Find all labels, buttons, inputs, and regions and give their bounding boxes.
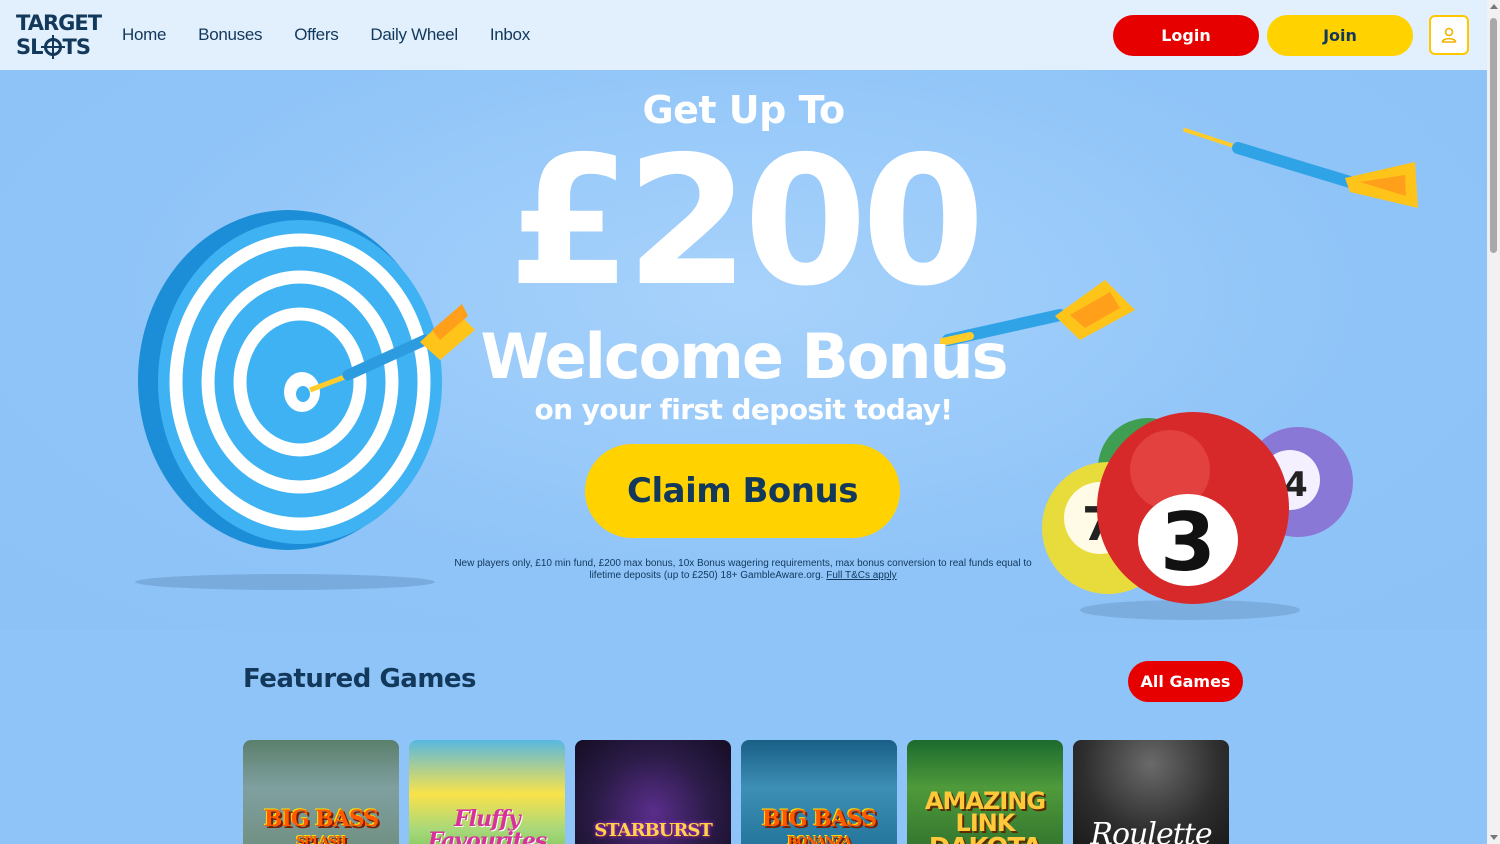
scroll-down-icon[interactable] [1490,835,1498,840]
game-tile[interactable]: STARBURST [575,740,731,844]
game-title: BIG BASS BONANZA [761,806,877,844]
game-title: BIG BASS SPLASH [263,806,379,844]
nav-bonuses[interactable]: Bonuses [198,25,262,45]
game-title-sub: SPLASH [296,834,346,844]
logo-line-2-right: TS [62,35,91,59]
scrollbar-thumb[interactable] [1490,18,1497,253]
terms-link[interactable]: Full T&Cs apply [826,570,896,581]
terms-body: New players only, £10 min fund, £200 max… [454,558,1032,581]
main-nav: Home Bonuses Offers Daily Wheel Inbox [122,25,562,45]
game-title-main: STARBURST [594,820,713,841]
brand-logo[interactable]: TARGET SL TS [16,7,102,63]
hero-subline: on your first deposit today! [534,393,954,426]
game-tile[interactable]: Fluffy Favourites [409,740,565,844]
user-icon [1441,27,1457,43]
hero-banner: 4 7 3 Get Up To £200 Welcome Bonus on yo… [0,70,1487,630]
game-title: STARBURST [594,820,713,842]
game-title: AMAZING LINK DAKOTA [907,787,1063,844]
logo-line-2: SL TS [16,35,92,59]
bingo-balls-illustration: 4 7 3 [1042,412,1353,620]
game-tile[interactable]: BIG BASS SPLASH [243,740,399,844]
game-title: Fluffy Favourites [409,808,565,844]
game-tile[interactable]: Roulette [1073,740,1229,844]
nav-home[interactable]: Home [122,25,166,45]
crosshair-icon [40,35,65,59]
account-button[interactable] [1429,15,1469,55]
game-title-main: Roulette [1090,817,1212,844]
game-title-main: BIG BASS [263,806,379,832]
game-title-main: AMAZING LINK [924,787,1046,837]
game-tile[interactable]: BIG BASS BONANZA [741,740,897,844]
terms-text: New players only, £10 min fund, £200 max… [440,558,1046,582]
nav-inbox[interactable]: Inbox [490,25,530,45]
nav-offers[interactable]: Offers [294,25,338,45]
page-scrollbar[interactable] [1487,0,1500,844]
logo-line-1: TARGET [16,11,102,35]
game-title: Roulette [1090,820,1212,844]
games-row: BIG BASS SPLASH Fluffy Favourites STARBU… [243,740,1229,844]
all-games-button[interactable]: All Games [1128,661,1243,702]
hero-headline: Welcome Bonus [480,320,1008,393]
ball-number: 3 [1160,496,1216,589]
logo-line-2-left: SL [16,35,43,59]
claim-bonus-button[interactable]: Claim Bonus [585,444,900,538]
featured-games-heading: Featured Games [243,664,477,694]
site-header: TARGET SL TS Home Bonuses Offers Daily W… [0,0,1487,70]
game-title-sub: DAKOTA [907,834,1063,844]
scroll-up-icon[interactable] [1490,4,1498,9]
login-button[interactable]: Login [1113,15,1259,56]
join-button[interactable]: Join [1267,15,1413,56]
game-title-main: Fluffy Favourites [427,806,548,844]
hero-amount: £200 [507,118,985,325]
game-title-sub: BONANZA [787,834,851,844]
nav-daily-wheel[interactable]: Daily Wheel [370,25,458,45]
game-tile[interactable]: AMAZING LINK DAKOTA [907,740,1063,844]
game-title-main: BIG BASS [761,806,877,832]
